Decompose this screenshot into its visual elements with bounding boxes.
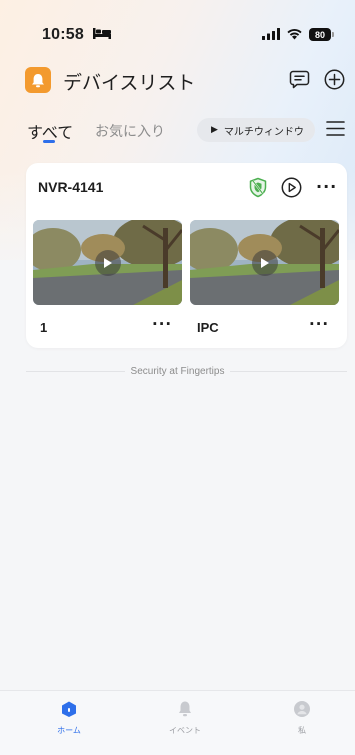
page-title: デバイスリスト bbox=[63, 72, 196, 94]
tagline: Security at Fingertips bbox=[124, 366, 231, 377]
camera-name: 1 bbox=[40, 320, 48, 335]
message-icon[interactable] bbox=[289, 70, 310, 89]
app-logo bbox=[25, 67, 51, 93]
battery-nub bbox=[332, 32, 334, 37]
person-icon bbox=[294, 701, 310, 717]
device-more-button[interactable]: ··· bbox=[316, 177, 337, 196]
multi-window-button[interactable]: ▶ マルチウィンドウ bbox=[197, 118, 315, 142]
play-icon: ▶ bbox=[211, 125, 218, 135]
wifi-icon bbox=[287, 28, 302, 40]
camera-more-button[interactable]: ··· bbox=[309, 315, 329, 333]
nav-events-label: イベント bbox=[169, 726, 201, 735]
nav-me-label: 私 bbox=[298, 726, 306, 735]
video-play-overlay[interactable] bbox=[252, 250, 278, 276]
bell-icon bbox=[179, 701, 191, 717]
camera-more-button[interactable]: ··· bbox=[152, 315, 172, 333]
device-card[interactable]: NVR-4141 ··· 1 ··· IPC ··· bbox=[26, 163, 347, 348]
nav-home-label: ホーム bbox=[57, 726, 81, 735]
bell-logo-icon bbox=[32, 73, 44, 87]
play-icon bbox=[261, 258, 269, 268]
battery-indicator: 80 bbox=[309, 28, 331, 41]
nav-me[interactable]: 私 bbox=[272, 700, 332, 736]
shield-icon[interactable] bbox=[248, 177, 268, 198]
play-icon bbox=[104, 258, 112, 268]
video-play-overlay[interactable] bbox=[95, 250, 121, 276]
status-time: 10:58 bbox=[42, 26, 84, 43]
multi-window-label: マルチウィンドウ bbox=[223, 126, 304, 138]
camera-thumbnail[interactable] bbox=[190, 220, 339, 305]
menu-icon[interactable] bbox=[326, 120, 345, 137]
add-device-icon[interactable] bbox=[324, 69, 345, 90]
device-name: NVR-4141 bbox=[38, 179, 104, 195]
bed-icon bbox=[93, 28, 111, 39]
screen: 10:58 80 デバイスリスト すべて お気に入り ▶ マルチウィンドウ NV… bbox=[0, 0, 355, 755]
tab-favorites[interactable]: お気に入り bbox=[95, 121, 165, 141]
signal-icon bbox=[262, 28, 280, 40]
nav-home[interactable]: ホーム bbox=[39, 700, 99, 736]
tagline-row: Security at Fingertips bbox=[0, 366, 355, 377]
home-icon bbox=[62, 701, 76, 717]
bottom-nav: ホーム イベント 私 bbox=[0, 690, 355, 755]
play-circle-icon[interactable] bbox=[281, 177, 302, 198]
tab-active-indicator bbox=[43, 140, 55, 143]
camera-thumbnail[interactable] bbox=[33, 220, 182, 305]
camera-name: IPC bbox=[197, 320, 219, 335]
nav-events[interactable]: イベント bbox=[155, 700, 215, 736]
